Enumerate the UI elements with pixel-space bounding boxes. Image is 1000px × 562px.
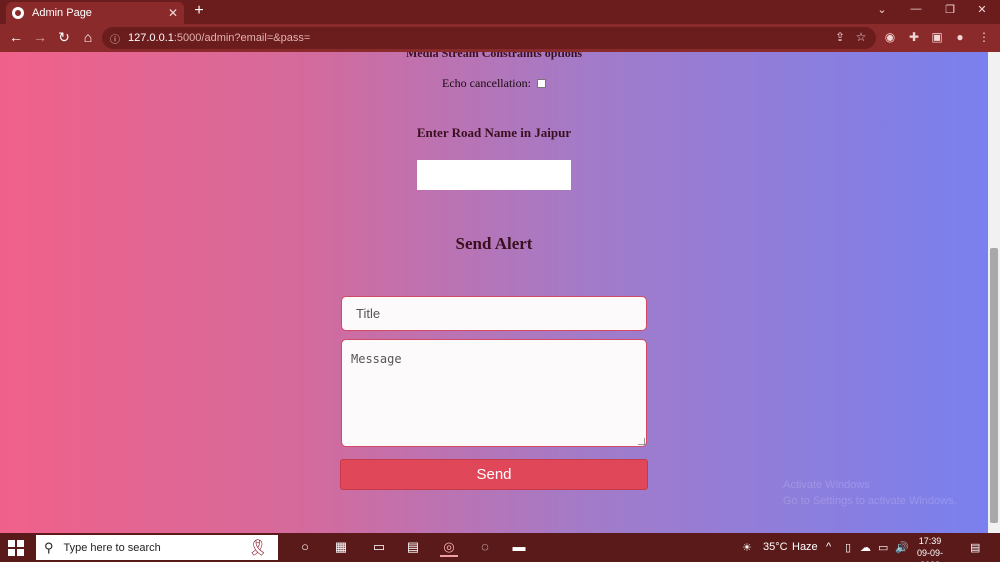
reload-icon[interactable]: ↻ [55, 29, 73, 46]
device-icon[interactable]: ▯ [845, 541, 851, 554]
tab-title: Admin Page [32, 7, 92, 19]
loading-icon[interactable]: ◌ [476, 539, 494, 557]
search-icon: ⚲ [44, 539, 54, 555]
scrollbar-thumb[interactable] [990, 248, 998, 523]
address-bar[interactable]: ⓘ 127.0.0.1:5000/admin?email=&pass= [102, 27, 876, 49]
title-input[interactable]: Title [341, 296, 647, 331]
message-placeholder: Message [351, 352, 402, 366]
ribbon-icon: 🎗 [247, 539, 268, 557]
page-viewport: Media Stream Constraints options Echo ca… [0, 52, 988, 533]
restore-icon[interactable]: ❐ [940, 3, 960, 16]
chrome-icon[interactable]: ◎ [440, 539, 458, 557]
globe-icon [12, 7, 24, 19]
forward-arrow-icon[interactable]: → [31, 29, 49, 45]
taskbar-search[interactable]: ⚲ Type here to search 🎗 [36, 535, 278, 560]
windows-taskbar: ⚲ Type here to search 🎗 ○ ▦ ▭ ▤ ◎ ◌ ▬ ☀ … [0, 533, 1000, 562]
browser-toolbar: ← → ↻ ⌂ ⓘ 127.0.0.1:5000/admin?email=&pa… [0, 24, 1000, 52]
road-name-heading: Enter Road Name in Jaipur [416, 125, 572, 140]
plus-icon[interactable]: + [190, 2, 208, 20]
task-view-icon[interactable]: ○ [296, 539, 314, 557]
weather-icon[interactable]: ☀ [742, 541, 752, 554]
home-icon[interactable]: ⌂ [79, 29, 97, 45]
terminal-icon[interactable]: ▬ [510, 539, 528, 557]
message-textarea[interactable]: Message [341, 339, 647, 447]
page-scrollbar[interactable] [988, 52, 1000, 533]
tab-admin-page[interactable]: Admin Page ✕ [6, 2, 184, 24]
echo-cancellation-checkbox[interactable] [536, 79, 546, 88]
road-name-input[interactable] [417, 160, 571, 190]
sidepanel-icon[interactable]: ▣ [929, 30, 945, 44]
chevron-up-icon[interactable]: ^ [826, 541, 831, 553]
tab-strip: Admin Page ✕ + ⌄ — ❐ ✕ [0, 0, 1000, 24]
app-window-icon[interactable]: ▤ [404, 539, 422, 557]
windows-start-icon[interactable] [8, 540, 24, 556]
resize-handle-icon[interactable] [638, 438, 645, 445]
weather-desc[interactable]: Haze [792, 541, 818, 553]
url-text: 127.0.0.1:5000/admin?email=&pass= [128, 32, 311, 44]
title-placeholder: Title [356, 306, 381, 321]
window-close-icon[interactable]: ✕ [972, 3, 992, 16]
volume-icon[interactable]: 🔊 [895, 541, 909, 554]
laptop-app-icon[interactable]: ▭ [370, 539, 388, 557]
battery-icon[interactable]: ▭ [878, 541, 888, 554]
chevron-down-icon[interactable]: ⌄ [872, 3, 892, 16]
send-alert-heading: Send Alert [455, 234, 533, 253]
clock-date: 09-09-2022 [916, 548, 943, 562]
cloud-icon[interactable]: ☁ [860, 541, 871, 554]
menu-icon[interactable]: ⋮ [976, 30, 992, 44]
media-constraints-heading: Media Stream Constraints options [405, 52, 583, 60]
puzzle-icon[interactable]: ✚ [906, 30, 922, 44]
minimize-icon[interactable]: — [906, 3, 926, 15]
back-arrow-icon[interactable]: ← [7, 29, 25, 45]
clock-time: 17:39 [918, 536, 942, 546]
notification-icon[interactable]: ▤ [970, 541, 980, 554]
taskbar-search-placeholder: Type here to search [63, 541, 161, 554]
share-icon[interactable]: ⇪ [832, 30, 848, 44]
echo-cancellation-row: Echo cancellation: [0, 76, 988, 91]
clock[interactable]: 17:39 09-09-2022 [910, 535, 950, 562]
close-icon[interactable]: ✕ [168, 6, 178, 20]
info-icon[interactable]: ⓘ [110, 31, 120, 46]
echo-cancellation-label: Echo cancellation: [442, 76, 531, 90]
weather-temp[interactable]: 35°C [763, 541, 788, 553]
avatar[interactable]: ● [952, 30, 968, 44]
store-icon[interactable]: ▦ [332, 539, 350, 557]
activate-windows-watermark: Activate Windows Go to Settings to activ… [783, 479, 957, 507]
extension-globe-icon[interactable]: ◉ [882, 30, 898, 44]
star-icon[interactable]: ☆ [853, 30, 869, 44]
send-button[interactable]: Send [340, 459, 648, 490]
